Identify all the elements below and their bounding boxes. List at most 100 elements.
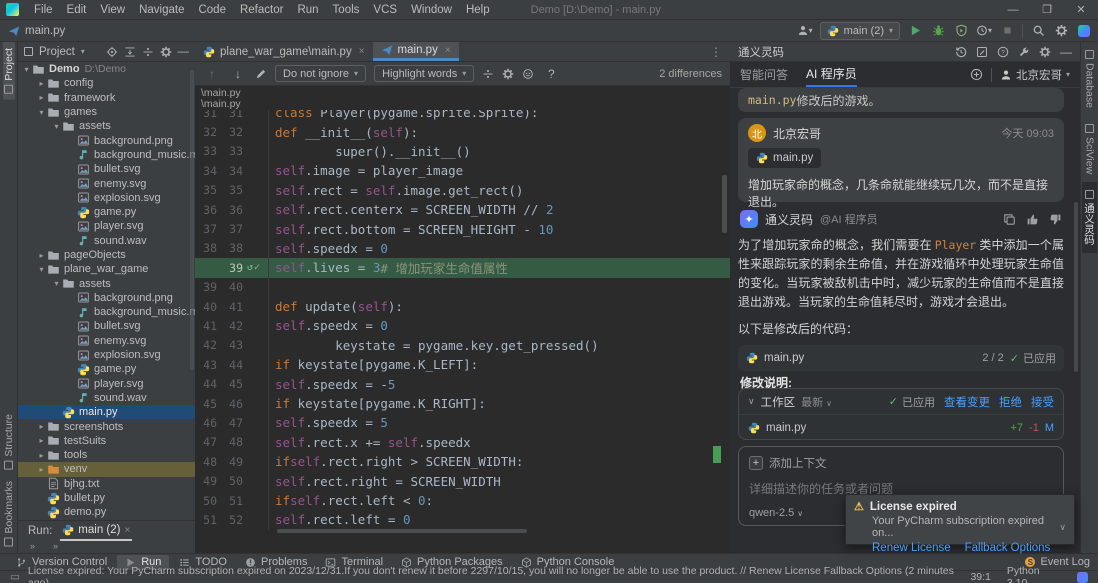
tree-item-player-svg[interactable]: player.svg bbox=[18, 377, 195, 391]
stripe-bookmarks[interactable]: Bookmarks bbox=[3, 475, 15, 553]
new-session-icon[interactable] bbox=[970, 68, 983, 81]
tree-item-sound-wav[interactable]: sound.wav bbox=[18, 391, 195, 405]
tree-scrollbar[interactable] bbox=[190, 70, 194, 370]
code-line[interactable]: 4849 if self.rect.right > SCREEN_WIDTH: bbox=[195, 452, 730, 471]
menu-run[interactable]: Run bbox=[290, 4, 325, 16]
locate-file-icon[interactable] bbox=[106, 46, 118, 58]
tab-smart-qa[interactable]: 智能问答 bbox=[740, 62, 788, 87]
tree-item-enemy-svg[interactable]: enemy.svg bbox=[18, 176, 195, 190]
tree-item-main-py[interactable]: main.py bbox=[18, 405, 195, 419]
hide-panel-icon[interactable]: — bbox=[178, 46, 190, 58]
thumbs-down-icon[interactable] bbox=[1049, 213, 1062, 226]
help-icon[interactable] bbox=[997, 46, 1009, 58]
tree-item-enemy-svg[interactable]: enemy.svg bbox=[18, 334, 195, 348]
code-line[interactable]: 3940 bbox=[195, 278, 730, 297]
revert-accept-icons[interactable]: ↺✓ bbox=[247, 262, 268, 273]
code-line[interactable]: 4647 self.speedx = 5 bbox=[195, 413, 730, 432]
lingma-status-icon[interactable] bbox=[1077, 572, 1088, 583]
tab-options-icon[interactable]: ⋮ bbox=[702, 42, 730, 61]
tree-item-background-music-mp3[interactable]: background_music.mp3 bbox=[18, 305, 195, 319]
tree-item-pageobjects[interactable]: ▸pageObjects bbox=[18, 248, 195, 262]
stop-button[interactable] bbox=[999, 23, 1015, 39]
run-config-selector[interactable]: main (2) ▾ bbox=[820, 22, 900, 40]
menu-navigate[interactable]: Navigate bbox=[132, 4, 191, 16]
tree-item-bullet-svg[interactable]: bullet.svg bbox=[18, 162, 195, 176]
code-line[interactable]: 5051 if self.rect.left < 0: bbox=[195, 491, 730, 510]
tree-item-screenshots[interactable]: ▸screenshots bbox=[18, 419, 195, 433]
breadcrumb[interactable]: main.py bbox=[0, 25, 65, 37]
tree-item-bullet-py[interactable]: bullet.py bbox=[18, 491, 195, 505]
next-change-icon[interactable]: ↓ bbox=[229, 67, 247, 81]
hide-panel-icon[interactable]: — bbox=[1060, 45, 1072, 59]
run-panel-chevrons[interactable]: » bbox=[30, 541, 35, 551]
tab-plane-war-game-main[interactable]: plane_war_game\main.py× bbox=[195, 42, 373, 61]
code-line[interactable]: 3838 self.speedx = 0 bbox=[195, 239, 730, 258]
code-line[interactable]: 4445 self.speedx = -5 bbox=[195, 374, 730, 393]
tree-chevron-icon[interactable]: ▾ bbox=[52, 122, 61, 131]
tree-item-explosion-svg[interactable]: explosion.svg bbox=[18, 348, 195, 362]
tree-item-bullet-svg[interactable]: bullet.svg bbox=[18, 319, 195, 333]
code-editor[interactable]: 3131class Player(pygame.sprite.Sprite):3… bbox=[195, 110, 730, 553]
tree-item-venv[interactable]: ▸venv bbox=[18, 462, 195, 476]
menu-file[interactable]: File bbox=[27, 4, 60, 16]
menu-edit[interactable]: Edit bbox=[60, 4, 94, 16]
code-line[interactable]: 4950 self.rect.right = SCREEN_WIDTH bbox=[195, 471, 730, 490]
reject-link[interactable]: 拒绝 bbox=[999, 394, 1022, 410]
highlight-policy-dropdown[interactable]: Highlight words▾ bbox=[374, 65, 474, 82]
code-line[interactable]: 3232 def __init__(self): bbox=[195, 122, 730, 141]
editor-scrollbar[interactable] bbox=[722, 175, 727, 233]
status-message[interactable]: License expired: Your PyCharm subscripti… bbox=[28, 565, 963, 583]
tree-item-background-music-mp3[interactable]: background_music.mp3 bbox=[18, 148, 195, 162]
tree-item-framework[interactable]: ▸framework bbox=[18, 91, 195, 105]
view-changes-link[interactable]: 查看变更 bbox=[944, 394, 990, 410]
tree-item-sound-wav[interactable]: sound.wav bbox=[18, 234, 195, 248]
run-button[interactable] bbox=[907, 23, 923, 39]
ignore-policy-dropdown[interactable]: Do not ignore▾ bbox=[275, 65, 366, 82]
search-icon[interactable] bbox=[1030, 23, 1046, 39]
code-line[interactable]: 5152 self.rect.left = 0 bbox=[195, 510, 730, 529]
settings-icon[interactable] bbox=[1053, 23, 1069, 39]
code-line[interactable]: 3535 self.rect = self.image.get_rect() bbox=[195, 181, 730, 200]
code-line[interactable]: 4243 keystate = pygame.key.get_pressed() bbox=[195, 336, 730, 355]
code-line[interactable]: 4041 def update(self): bbox=[195, 297, 730, 316]
code-line[interactable]: 4142 self.speedx = 0 bbox=[195, 316, 730, 335]
caret-position[interactable]: 39:1 bbox=[970, 571, 990, 583]
tree-item-game-py[interactable]: game.py bbox=[18, 362, 195, 376]
attached-file-chip[interactable]: main.py bbox=[748, 148, 821, 168]
history-icon[interactable] bbox=[955, 46, 967, 58]
help-icon[interactable]: ? bbox=[542, 67, 560, 81]
tree-item-config[interactable]: ▸config bbox=[18, 76, 195, 90]
expand-all-icon[interactable] bbox=[124, 46, 136, 58]
expand-notification-icon[interactable]: ∨ bbox=[1059, 522, 1066, 533]
new-chat-icon[interactable] bbox=[976, 46, 988, 58]
close-tab-icon[interactable]: × bbox=[124, 525, 130, 536]
tab-main-py[interactable]: main.py× bbox=[373, 42, 459, 61]
tree-item-games[interactable]: ▾games bbox=[18, 105, 195, 119]
horizontal-scrollbar[interactable] bbox=[277, 529, 527, 533]
diff-settings-icon[interactable] bbox=[502, 68, 514, 80]
stripe-database[interactable]: Database bbox=[1084, 42, 1096, 116]
workspace-collapse-icon[interactable]: ∨ bbox=[748, 396, 755, 407]
python-interpreter[interactable]: Python 3.10 bbox=[1007, 565, 1061, 583]
lingma-toolbar-icon[interactable] bbox=[1076, 23, 1092, 39]
workspace-latest-dropdown[interactable]: 最新 ∨ bbox=[801, 394, 832, 410]
minimize-icon[interactable]: — bbox=[996, 0, 1030, 19]
stripe-structure[interactable]: Structure bbox=[3, 408, 15, 476]
close-tab-icon[interactable]: × bbox=[359, 46, 365, 57]
code-line[interactable]: 3434 self.image = player_image bbox=[195, 161, 730, 180]
tree-item-tools[interactable]: ▸tools bbox=[18, 448, 195, 462]
tree-chevron-icon[interactable]: ▸ bbox=[37, 465, 46, 474]
code-line[interactable]: 4546 if keystate[pygame.K_RIGHT]: bbox=[195, 394, 730, 413]
maximize-icon[interactable]: ❐ bbox=[1030, 0, 1064, 19]
code-line[interactable]: 4344 if keystate[pygame.K_LEFT]: bbox=[195, 355, 730, 374]
menu-code[interactable]: Code bbox=[191, 4, 233, 16]
tree-chevron-icon[interactable]: ▾ bbox=[37, 108, 46, 117]
stripe-sciview[interactable]: SciView bbox=[1084, 116, 1096, 182]
project-view-chevron[interactable]: ▾ bbox=[81, 47, 85, 56]
profiler-button[interactable]: ▾ bbox=[976, 23, 992, 39]
tree-item-plane-war-game[interactable]: ▾plane_war_game bbox=[18, 262, 195, 276]
code-line[interactable]: 3131class Player(pygame.sprite.Sprite): bbox=[195, 110, 730, 122]
tree-chevron-icon[interactable]: ▸ bbox=[37, 422, 46, 431]
tree-chevron-icon[interactable]: ▾ bbox=[37, 265, 46, 274]
code-line-added[interactable]: 39↺✓ self.lives = 3 # 增加玩家生命值属性 bbox=[195, 258, 730, 277]
